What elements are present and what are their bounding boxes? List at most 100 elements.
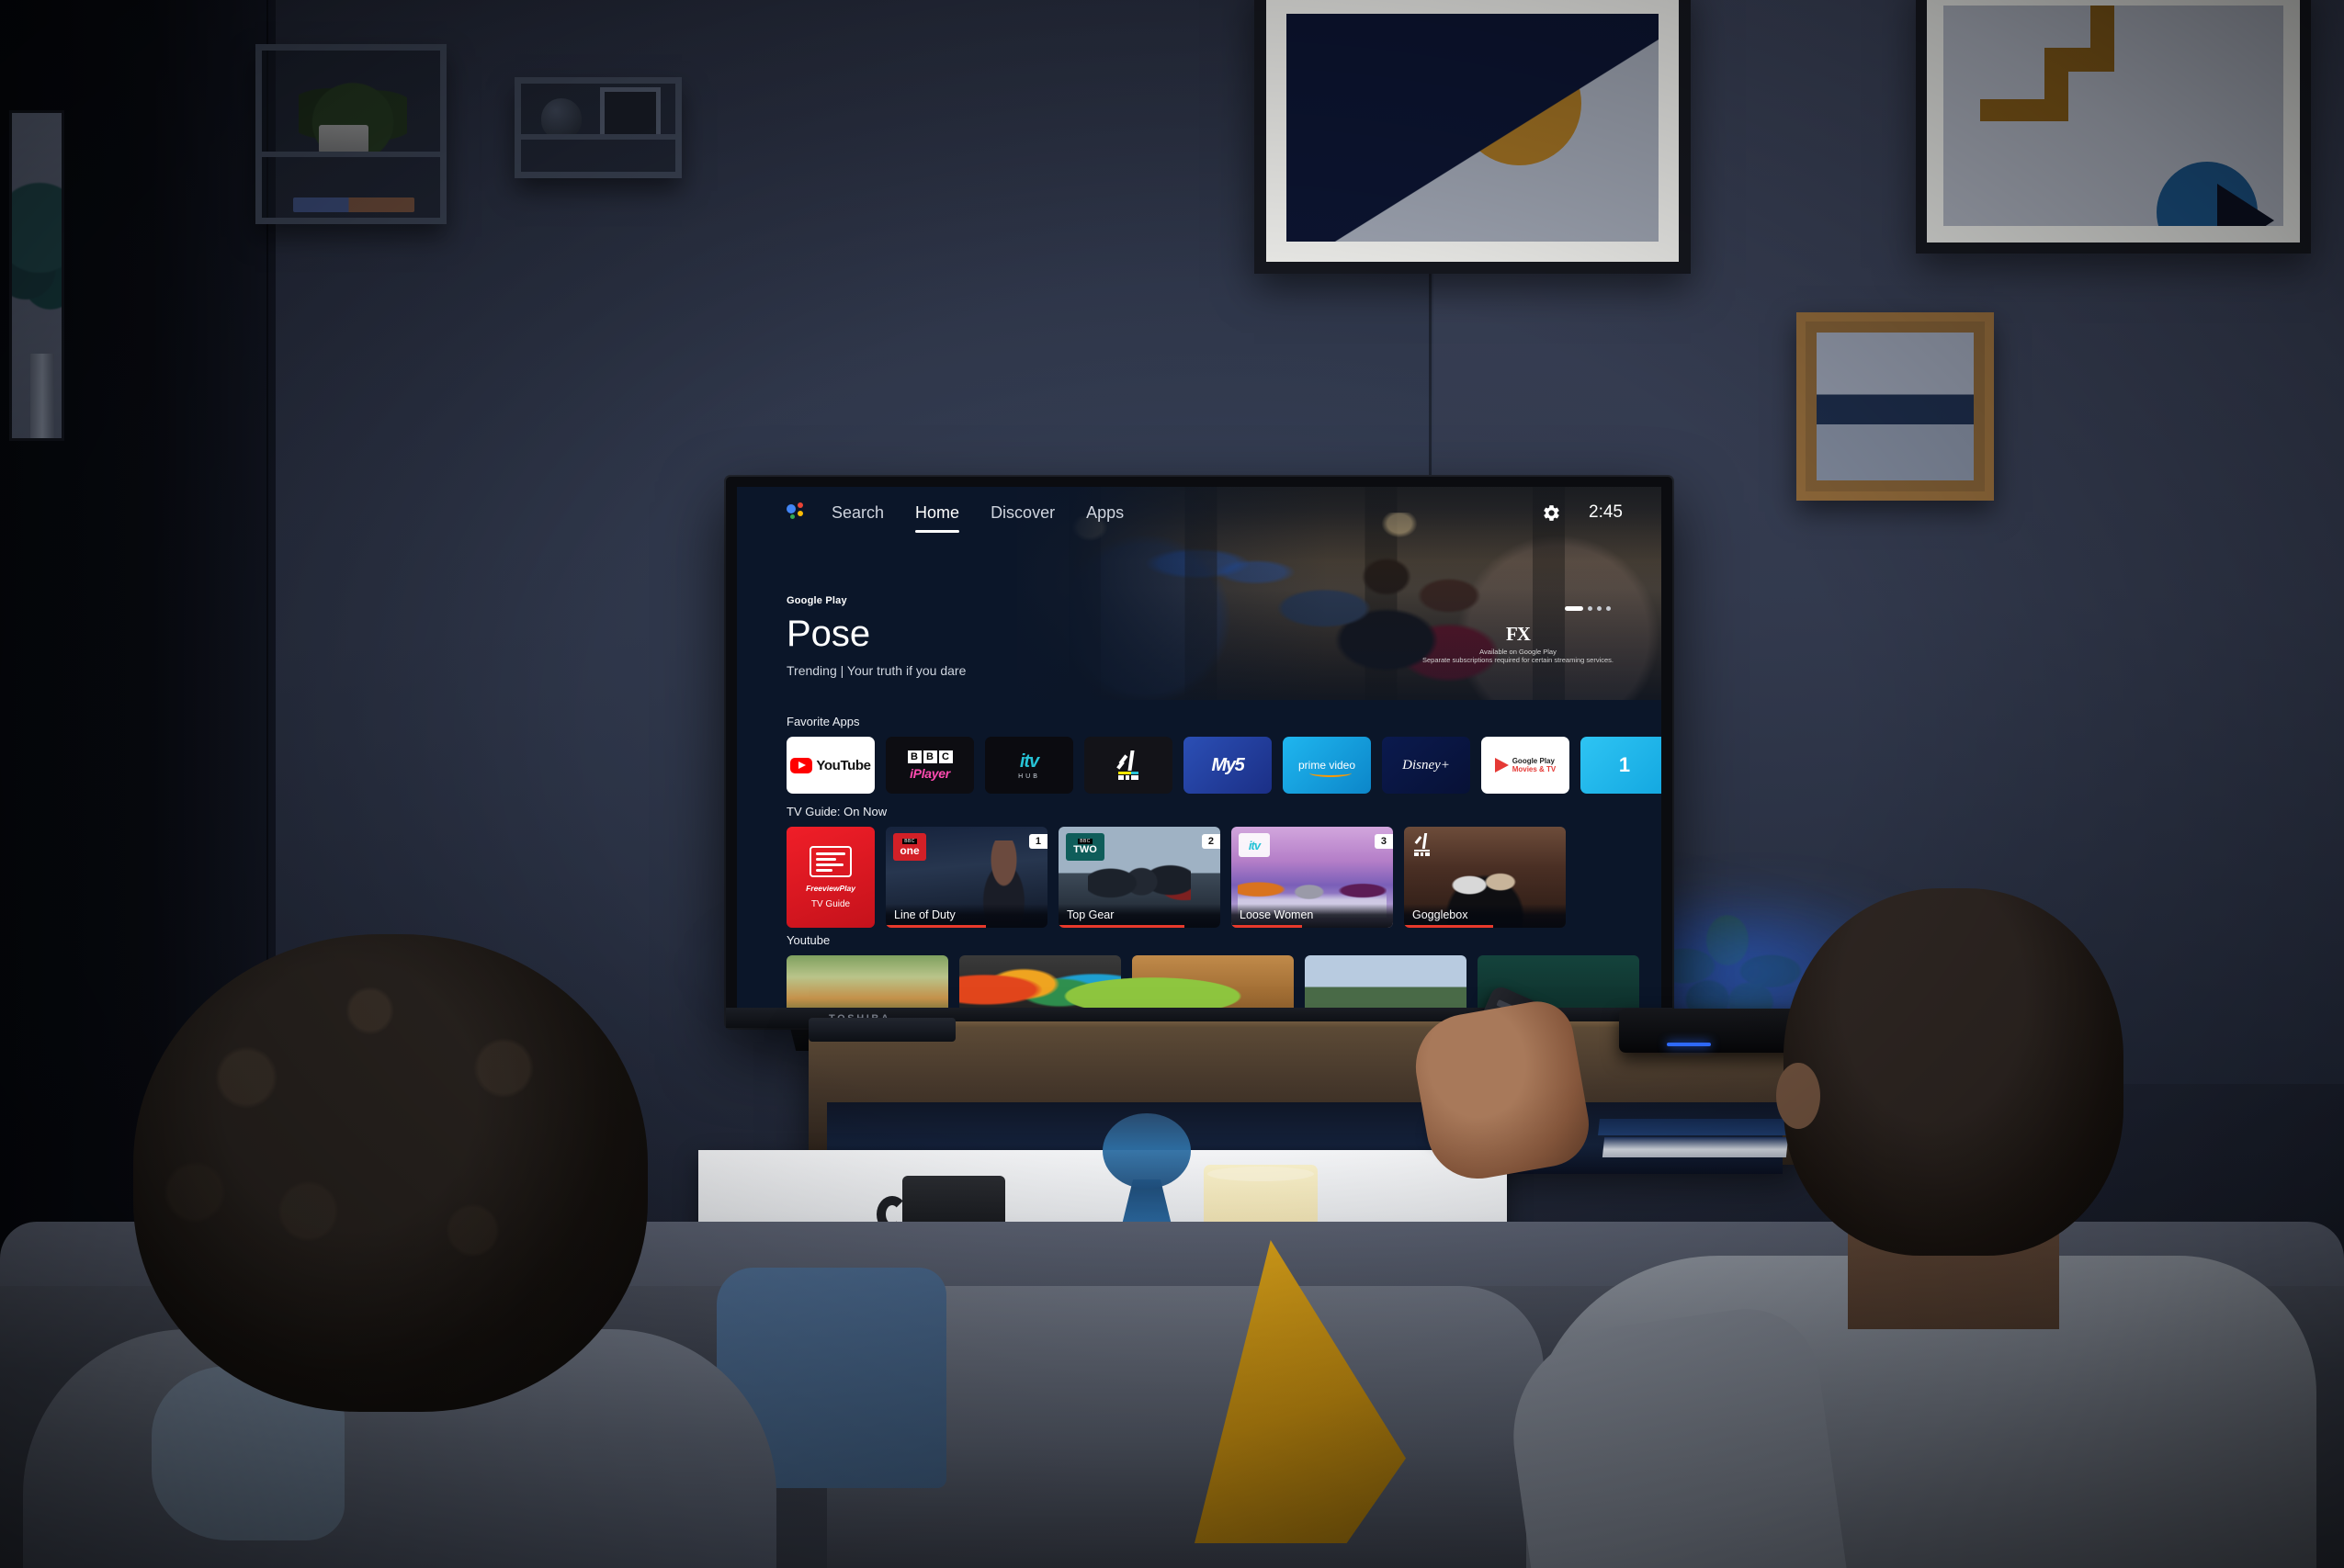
gp-line-1: Google Play [1512,756,1555,765]
bbc-wordmark: BBC [902,838,917,844]
carousel-dot[interactable] [1588,606,1592,611]
progress-bar [886,925,987,928]
bbc-two-logo: BBC TWO [1066,833,1104,861]
tv-guide-card-top-gear[interactable]: BBC TWO 2 Top Gear [1059,827,1220,928]
tab-home[interactable]: Home [900,503,975,533]
app-tile-youtube[interactable]: YouTube [787,737,875,794]
youtube-play-icon [790,757,813,773]
wall-art-right-mat [1943,6,2283,226]
hero-brand: Google Play [787,595,847,606]
itv-logo: itv [1239,833,1270,857]
app-label-iplayer: iPlayer [910,765,950,781]
bbc-letter: B [923,750,937,763]
app-label-youtube: YouTube [816,757,871,773]
app-tile-disney-plus[interactable]: Disney+ [1382,737,1470,794]
tv-guide-card-gogglebox[interactable]: Gogglebox [1404,827,1566,928]
shelf-vase [541,97,582,139]
television: FX Available on Google Play Separate sub… [726,477,1672,1028]
bbc-blocks-logo: B B C [907,750,953,763]
app-label-my5: My5 [1211,754,1244,775]
progress-bar [1231,925,1303,928]
hero-subtitle: Trending | Your truth if you dare [787,663,967,678]
app-tile-google-play-movies[interactable]: Google Play Movies & TV [1481,737,1569,794]
viewer-right-head [1783,888,2123,1256]
wall-art-right [1916,0,2311,254]
candle-wax-surface [1207,1167,1314,1181]
bbc-letter: C [938,750,953,763]
channel-number: 3 [1374,834,1393,849]
hero-network-block: FX Available on Google Play Separate sub… [1422,623,1614,664]
bbc-letter: B [907,750,922,763]
carousel-dot[interactable] [1597,606,1602,611]
app-tile-prime-video[interactable]: prime video [1283,737,1371,794]
bbc-two-word: TWO [1073,844,1097,855]
app-label-prime-video: prime video [1297,759,1356,777]
channel4-logo-icon [1411,833,1433,857]
channel4-logo [1411,833,1433,857]
art-zigzag-gold [1980,6,2173,180]
tv-guide-freeview-tile[interactable]: FreeviewPlay TV Guide [787,827,875,928]
channel-number: 1 [1028,834,1047,849]
tv-guide-section: TV Guide: On Now FreeviewPlay TV Guide B… [737,805,1661,928]
viewer-right [1499,888,2316,1568]
wall-art-small [1796,312,1994,501]
google-assistant-icon[interactable] [787,502,807,523]
app-tile-next[interactable]: 1 [1580,737,1661,794]
viewer-left-hair [133,934,648,1412]
viewer-left-hair-texture [133,934,648,1412]
wall-shelf-left [255,44,447,224]
progress-bar [1059,925,1185,928]
top-navigation-bar: Search Home Discover Apps 2:45 [737,487,1661,538]
plant-pot [319,124,368,156]
palm-artwork-frame [9,110,64,441]
palm-vase [30,354,54,438]
carousel-dot-active[interactable] [1565,606,1583,611]
google-play-triangle-icon [1494,757,1509,773]
viewer-left [23,934,776,1568]
tab-discover[interactable]: Discover [975,503,1070,523]
shelf-picture [600,86,661,139]
youtube-thumb-machu-picchu[interactable] [1305,955,1466,1008]
channel4-logo-icon [1115,750,1142,780]
channel-number: 2 [1201,834,1220,849]
hero-carousel-dots[interactable] [1565,606,1611,611]
app-tile-my5[interactable]: My5 [1183,737,1272,794]
app-tile-bbc-iplayer[interactable]: B B C iPlayer [886,737,974,794]
art-triangle-navy [1286,14,1659,242]
app-label-disney-plus: Disney+ [1402,757,1450,773]
living-room-scene: FX Available on Google Play Separate sub… [0,0,2344,1568]
google-play-text: Google Play Movies & TV [1512,757,1557,773]
vase-bowl [1103,1113,1191,1189]
wall-shelf-right [515,77,682,178]
progress-bar [1404,925,1493,928]
android-tv-home-ui: FX Available on Google Play Separate sub… [737,487,1661,1008]
freeview-brand: FreeviewPlay [806,883,855,893]
itv-wordmark: itv [1239,833,1270,857]
tab-apps[interactable]: Apps [1070,503,1139,523]
favorite-apps-section: Favorite Apps YouTube B B C iPlayer itv … [737,715,1661,794]
hero-title: Pose [787,614,871,654]
bbc-one-logo: BBC one [893,833,926,861]
wall-art-large-mat [1286,14,1659,242]
wall-art-large [1254,0,1691,274]
gp-line-2: Movies & TV [1512,765,1557,773]
clock: 2:45 [1589,502,1623,522]
shelf-books [293,197,414,212]
top-bar-right: 2:45 [1542,502,1661,523]
carousel-dot[interactable] [1606,606,1611,611]
app-label-itv-hub: HUB [1018,773,1040,780]
bbc-one-word: one [900,843,920,857]
freeview-label: TV Guide [810,898,851,909]
favorite-apps-label: Favorite Apps [787,715,860,728]
hero-metadata: Google Play Pose Trending | Your truth i… [787,595,966,678]
app-tile-channel-4[interactable] [1084,737,1172,794]
wall-art-small-canvas [1817,333,1974,480]
tv-guide-card-line-of-duty[interactable]: BBC one 1 Line of Duty [886,827,1047,928]
favorite-apps-row: YouTube B B C iPlayer itv HUB My5 prime … [737,737,1661,794]
youtube-thumb-festival-parade[interactable] [787,955,948,1008]
app-tile-itv-hub[interactable]: itv HUB [985,737,1073,794]
search-button[interactable]: Search [816,503,900,523]
gear-icon[interactable] [1542,503,1561,523]
tv-guide-card-loose-women[interactable]: itv 3 Loose Women [1231,827,1393,928]
youtube-thumb-avocado-cutting[interactable] [1132,955,1294,1008]
